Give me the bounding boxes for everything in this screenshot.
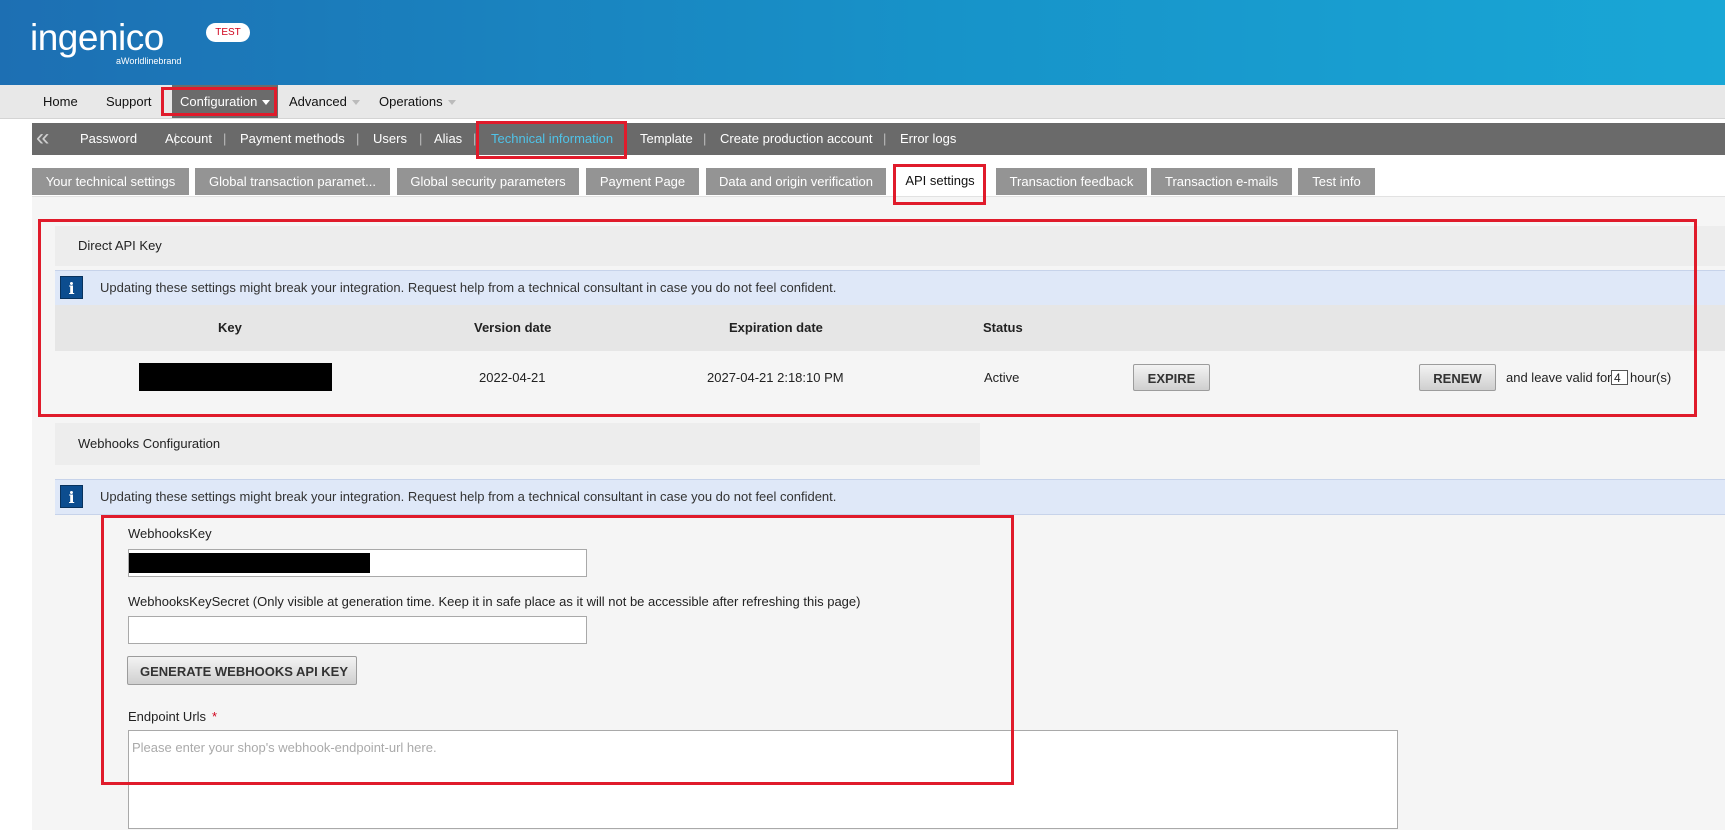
logo-subtitle: aWorldlinebrand bbox=[116, 56, 182, 66]
version-date-value: 2022-04-21 bbox=[479, 370, 546, 385]
test-environment-badge: TEST bbox=[206, 23, 250, 42]
chevron-down-icon bbox=[262, 100, 271, 106]
nav-advanced[interactable]: Advanced bbox=[289, 85, 360, 118]
nav-configuration-label: Configuration bbox=[180, 94, 258, 109]
subnav-technical-information[interactable]: Technical information bbox=[491, 123, 613, 155]
nav-support[interactable]: Support bbox=[106, 85, 152, 118]
info-icon: i bbox=[60, 485, 83, 508]
subnav-password[interactable]: Password bbox=[80, 123, 137, 155]
tab-global-transaction-parameters[interactable]: Global transaction paramet... bbox=[195, 168, 390, 195]
direct-api-key-title: Direct API Key bbox=[55, 226, 1725, 266]
nav-operations[interactable]: Operations bbox=[379, 85, 456, 118]
redacted-webhooks-key bbox=[129, 553, 370, 573]
webhooks-key-secret-field[interactable] bbox=[128, 616, 587, 644]
webhooks-key-label: WebhooksKey bbox=[128, 526, 212, 541]
status-value: Active bbox=[984, 370, 1020, 385]
hours-input[interactable]: 4 bbox=[1611, 370, 1628, 385]
col-version-date: Version date bbox=[474, 320, 552, 335]
nav-advanced-label: Advanced bbox=[289, 94, 347, 109]
info-icon: i bbox=[60, 276, 83, 299]
subnav-payment-methods[interactable]: Payment methods bbox=[240, 123, 345, 155]
webhooks-key-secret-label: WebhooksKeySecret (Only visible at gener… bbox=[128, 594, 861, 609]
info-text: Updating these settings might break your… bbox=[100, 489, 837, 504]
nav-operations-label: Operations bbox=[379, 94, 443, 109]
webhooks-info-banner: i Updating these settings might break yo… bbox=[55, 479, 1725, 515]
collapse-menu-icon[interactable]: « bbox=[36, 123, 49, 153]
tab-data-and-origin-verification[interactable]: Data and origin verification bbox=[706, 168, 886, 195]
endpoint-urls-label: Endpoint Urls * bbox=[128, 709, 217, 724]
col-status: Status bbox=[983, 320, 1023, 335]
webhooks-key-field[interactable] bbox=[128, 549, 587, 577]
nav-home[interactable]: Home bbox=[43, 85, 78, 118]
chevron-down-icon bbox=[447, 100, 456, 106]
endpoint-urls-placeholder: Please enter your shop's webhook-endpoin… bbox=[132, 740, 437, 755]
tab-test-info[interactable]: Test info bbox=[1298, 168, 1375, 195]
endpoint-urls-text: Endpoint Urls bbox=[128, 709, 207, 724]
tab-payment-page[interactable]: Payment Page bbox=[586, 168, 699, 195]
subnav-separator: | bbox=[223, 131, 227, 146]
tab-global-security-parameters[interactable]: Global security parameters bbox=[397, 168, 579, 195]
info-text: Updating these settings might break your… bbox=[100, 280, 837, 295]
tab-your-technical-settings[interactable]: Your technical settings bbox=[32, 168, 189, 195]
expire-button[interactable]: EXPIRE bbox=[1133, 364, 1210, 391]
sub-navigation: « Password | Account | Payment methods |… bbox=[32, 123, 1725, 155]
subnav-alias[interactable]: Alias bbox=[434, 123, 462, 155]
chevron-down-icon bbox=[351, 100, 360, 106]
expiration-date-value: 2027-04-21 2:18:10 PM bbox=[707, 370, 844, 385]
renew-button[interactable]: RENEW bbox=[1419, 364, 1496, 391]
subnav-template[interactable]: Template bbox=[640, 123, 693, 155]
nav-configuration[interactable]: Configuration bbox=[172, 85, 279, 118]
endpoint-urls-textarea[interactable]: Please enter your shop's webhook-endpoin… bbox=[128, 730, 1398, 829]
col-expiration-date: Expiration date bbox=[729, 320, 823, 335]
subnav-separator: | bbox=[473, 131, 477, 146]
tab-transaction-emails[interactable]: Transaction e-mails bbox=[1151, 168, 1292, 195]
col-key: Key bbox=[218, 320, 242, 335]
subnav-create-production-account[interactable]: Create production account bbox=[720, 123, 872, 155]
redacted-api-key bbox=[139, 363, 332, 391]
subnav-separator: | bbox=[356, 131, 360, 146]
hours-suffix: hour(s) bbox=[1630, 370, 1672, 385]
api-key-table-header: Key Version date Expiration date Status bbox=[55, 305, 1725, 351]
ingenico-logo[interactable]: ingenico bbox=[30, 18, 164, 58]
app-header bbox=[0, 0, 1725, 85]
webhooks-configuration-title: Webhooks Configuration bbox=[55, 423, 980, 465]
direct-api-info-banner: i Updating these settings might break yo… bbox=[55, 270, 1725, 306]
subnav-users[interactable]: Users bbox=[373, 123, 407, 155]
table-row: 2022-04-21 2027-04-21 2:18:10 PM Active … bbox=[55, 353, 1725, 403]
subnav-separator: | bbox=[703, 131, 707, 146]
generate-webhooks-api-key-button[interactable]: GENERATE WEBHOOKS API KEY bbox=[127, 656, 357, 685]
leave-valid-label: and leave valid for bbox=[1506, 370, 1612, 385]
subnav-account[interactable]: Account bbox=[165, 123, 212, 155]
subnav-separator: | bbox=[419, 131, 423, 146]
top-navigation: Home Support Configuration Advanced Oper… bbox=[0, 85, 1725, 119]
tab-api-settings[interactable]: API settings bbox=[896, 166, 984, 196]
required-marker: * bbox=[212, 709, 218, 724]
subnav-separator: | bbox=[883, 131, 887, 146]
tab-transaction-feedback[interactable]: Transaction feedback bbox=[996, 168, 1147, 195]
subnav-error-logs[interactable]: Error logs bbox=[900, 123, 956, 155]
